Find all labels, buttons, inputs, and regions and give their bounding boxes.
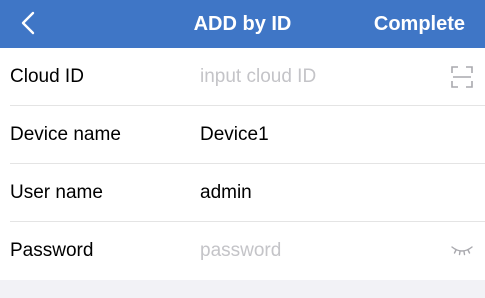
- back-button[interactable]: [14, 9, 42, 37]
- add-device-form: Cloud ID Device name User name Password: [0, 48, 485, 280]
- cloud-id-label: Cloud ID: [10, 66, 84, 87]
- page-title: ADD by ID: [193, 12, 292, 35]
- scan-button[interactable]: [449, 64, 475, 90]
- device-name-input[interactable]: [200, 120, 435, 150]
- eye-closed-icon: [451, 246, 473, 256]
- device-name-label: Device name: [10, 124, 121, 145]
- cloud-id-row: Cloud ID: [0, 48, 485, 106]
- complete-button[interactable]: Complete: [374, 0, 465, 48]
- password-input[interactable]: [200, 236, 435, 266]
- user-name-label: User name: [10, 182, 103, 203]
- bottom-spacer: [0, 280, 485, 286]
- device-name-row: Device name: [0, 106, 485, 164]
- scan-icon: [451, 66, 473, 88]
- chevron-left-icon: [21, 11, 35, 35]
- password-label: Password: [10, 240, 94, 261]
- password-visibility-toggle[interactable]: [449, 238, 475, 264]
- cloud-id-input[interactable]: [200, 62, 435, 92]
- password-row: Password: [0, 222, 485, 280]
- navigation-bar: ADD by ID Complete: [0, 0, 485, 48]
- user-name-input[interactable]: [200, 178, 435, 208]
- user-name-row: User name: [0, 164, 485, 222]
